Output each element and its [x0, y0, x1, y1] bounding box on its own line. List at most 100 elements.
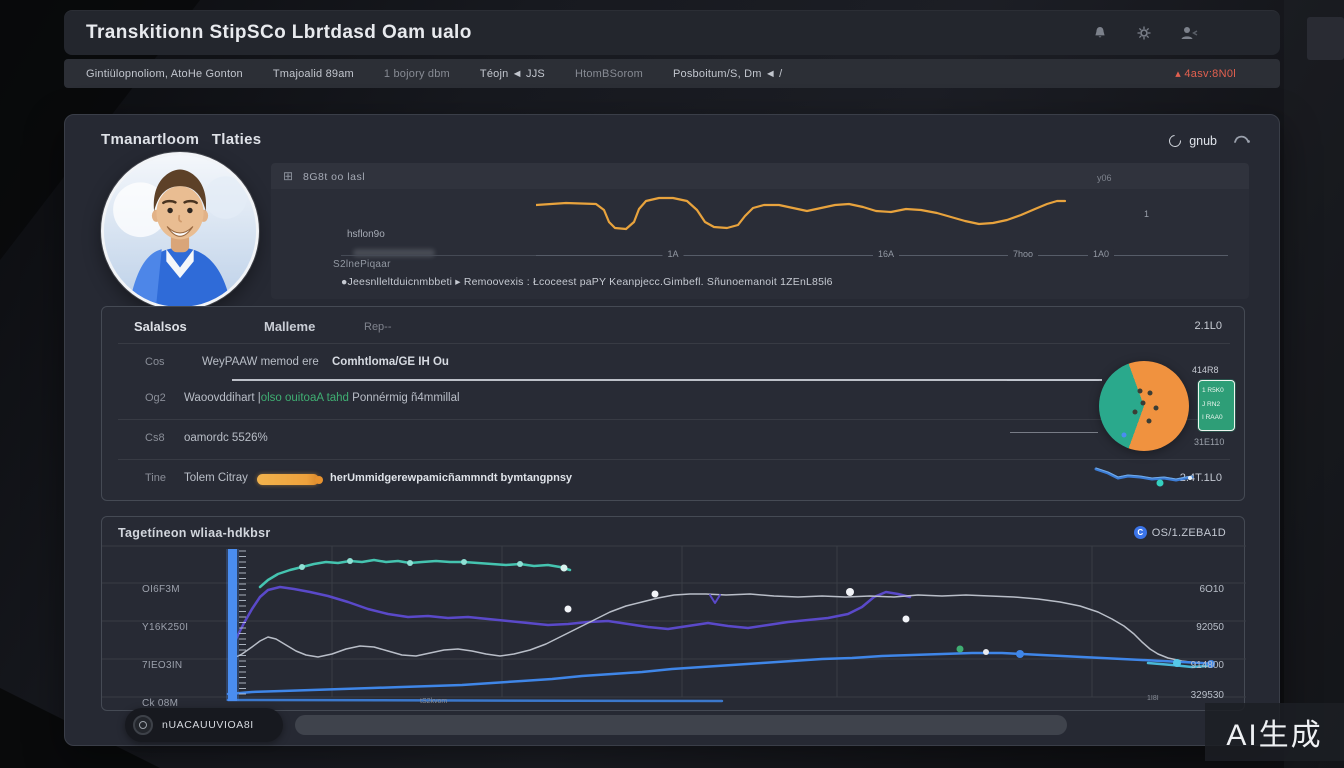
row-text: Tolem Citray — [184, 472, 248, 484]
row-text-green: olso ouitoaA tahd — [261, 392, 349, 404]
nav-alert-badge[interactable]: ▴ 4asv:8N0l — [1175, 67, 1236, 80]
axis-line-dim — [341, 255, 537, 256]
row-text: Waoovddihart |olso ouitoaA tahd Ponnérmi… — [184, 392, 460, 404]
table-divider — [118, 419, 1230, 420]
footer-chip[interactable]: nUACAUUVIOA8I — [125, 708, 283, 742]
chart-mini-label: 1I8I — [1147, 695, 1159, 703]
nav-item-4[interactable]: HtomBSorom — [575, 68, 643, 80]
dashboard-card: Tmanartloom Tlaties gnub — [64, 114, 1280, 746]
pie-dot — [1146, 419, 1151, 424]
row-key: Cs8 — [145, 432, 165, 444]
background-box-top-right — [1307, 17, 1344, 60]
chart-row-label-0: OI6F3M — [142, 584, 180, 595]
row-text: oamordc 5526% — [184, 432, 268, 444]
nav-item-5[interactable]: Posboitum/S, Dm ◄ / — [673, 68, 782, 80]
axis-tick-3: 1A0 — [1088, 249, 1114, 259]
record-icon — [133, 715, 153, 735]
header-actions — [1092, 25, 1198, 41]
pie-legend-item: J RN2 — [1202, 398, 1231, 412]
notifications-icon[interactable] — [1092, 25, 1108, 41]
chart-value-label-0: 6O10 — [1200, 584, 1224, 595]
bottom-chart-corner-label: OS/1.ZEBA1D — [1152, 527, 1226, 539]
table-row[interactable]: Tine Tolem Citray herUmmidgerewpamicñamm… — [102, 470, 1244, 488]
nav-item-0[interactable]: Gintiülopnoliom, AtoHe Gonton — [86, 68, 243, 80]
chart-row-label-2: 7IEO3IN — [142, 660, 182, 671]
chart-legend-line: ●Jeesnlleltduicnmbbeti ▸ Remoovexis : Łc… — [341, 276, 833, 288]
row-text: WeyPAAW memod ere — [202, 356, 319, 368]
chart-value-label-1: 92050 — [1196, 622, 1224, 633]
chart-value-label-3: 329530 — [1191, 690, 1224, 701]
card-title: Tmanartloom Tlaties — [101, 131, 261, 148]
row-text-strong: Comhtloma/GE IH Ou — [332, 356, 449, 368]
axis-tick-2: 7hoo — [1008, 249, 1038, 259]
pie-dot — [1153, 405, 1158, 410]
top-chart-corner-label: y06 — [1097, 173, 1112, 183]
grid-icon: ⊞ — [283, 169, 293, 183]
nav-bar: Gintiülopnoliom, AtoHe Gonton Tmajoalid … — [64, 59, 1280, 88]
footer-chip-label: nUACAUUVIOA8I — [162, 719, 254, 731]
row-text-pre: Waoovddihart | — [184, 392, 261, 404]
right-mark: 1 — [1144, 209, 1149, 219]
table-row[interactable]: Cos WeyPAAW memod ere Comhtloma/GE IH Ou — [102, 354, 1244, 372]
background-band-right — [1284, 0, 1344, 768]
row-key: Tine — [145, 472, 166, 484]
series-label: hsflon9o — [347, 229, 385, 240]
table-header-col2-sub: Rep-- — [364, 321, 392, 333]
table-header-col2: Malleme — [264, 319, 315, 334]
info-icon: C — [1134, 526, 1147, 539]
chart-row-label-1: Y16K250I — [142, 622, 188, 633]
pie-blue-dot — [1122, 432, 1127, 437]
pie-chart — [1099, 361, 1189, 451]
pie-dot — [1148, 391, 1153, 396]
pie-callout-line — [1007, 380, 1099, 381]
refresh-icon[interactable] — [1167, 133, 1184, 150]
data-table: Salalsos Malleme Rep-- 2.1L0 Cos WeyPAAW… — [101, 306, 1245, 501]
table-divider — [118, 343, 1230, 344]
top-chart-panel: ⊞ 8G8t oo lasl y06 hsflon9o 1A 16A 7hoo … — [271, 163, 1249, 299]
watermark-ai: AI生成 — [1205, 703, 1344, 761]
nav-item-2[interactable]: 1 bojory dbm — [384, 68, 450, 80]
app-header: Transkitionn StipSCo Lbrtdasd Oam ualo — [64, 10, 1280, 55]
top-chart-label: 8G8t oo lasl — [303, 171, 365, 183]
axis-left-label: S2lnePiqaar — [333, 259, 391, 270]
yellow-line-chart — [536, 183, 1081, 263]
account-icon[interactable] — [1180, 25, 1198, 41]
chart-baseline-label: tS2kvom — [420, 698, 447, 705]
table-divider-bright — [232, 379, 1102, 381]
card-actions: gnub — [1169, 131, 1251, 151]
refresh-label[interactable]: gnub — [1189, 134, 1217, 148]
nav-item-3[interactable]: Téojn ◄ JJS — [480, 68, 545, 80]
table-header-value: 2.1L0 — [1194, 320, 1222, 332]
chart-value-label-2: 914800 — [1191, 660, 1224, 671]
progress-pill — [257, 474, 319, 485]
progress-pill-dot — [315, 476, 323, 484]
pie-callout-line — [1010, 432, 1098, 433]
table-row[interactable]: Og2 Waoovddihart |olso ouitoaA tahd Ponn… — [102, 390, 1244, 408]
row-text-bold: herUmmidgerewpamicñammndt bymtangpnsy — [330, 472, 572, 484]
sparkline-chart — [1094, 465, 1194, 491]
pie-legend-item: I RAA0 — [1202, 411, 1231, 425]
pie-dot — [1133, 410, 1138, 415]
pie-legend-item: 1 R5K0 — [1202, 384, 1231, 398]
app-title: Transkitionn StipSCo Lbrtdasd Oam ualo — [86, 22, 472, 44]
avatar[interactable] — [101, 152, 259, 310]
pie-dot — [1141, 401, 1146, 406]
axis-tick-0: 1A — [662, 249, 683, 259]
pie-dot — [1138, 388, 1143, 393]
row-key: Cos — [145, 356, 165, 368]
desktop-background: Transkitionn StipSCo Lbrtdasd Oam ualo G… — [0, 0, 1344, 768]
multi-line-chart — [102, 545, 1246, 709]
phone-icon[interactable] — [1233, 131, 1251, 151]
bottom-chart-corner[interactable]: C OS/1.ZEBA1D — [1134, 526, 1226, 539]
bottom-chart-panel: Tagetíneon wliaa-hdkbsr C OS/1.ZEBA1D OI… — [101, 516, 1245, 711]
footer-input-bar[interactable] — [295, 715, 1067, 735]
row-text-post: Ponnérmig ñ4mmillal — [349, 392, 460, 404]
pie-legend: 1 R5K0 J RN2 I RAA0 — [1198, 380, 1235, 431]
nav-item-1[interactable]: Tmajoalid 89am — [273, 68, 354, 80]
bottom-chart-title: Tagetíneon wliaa-hdkbsr — [118, 526, 271, 540]
settings-icon[interactable] — [1136, 25, 1152, 41]
row-key: Og2 — [145, 392, 166, 404]
pie-label-bottom: 31E110 — [1194, 437, 1224, 447]
table-header-col1: Salalsos — [134, 319, 187, 334]
table-divider — [118, 459, 1230, 460]
